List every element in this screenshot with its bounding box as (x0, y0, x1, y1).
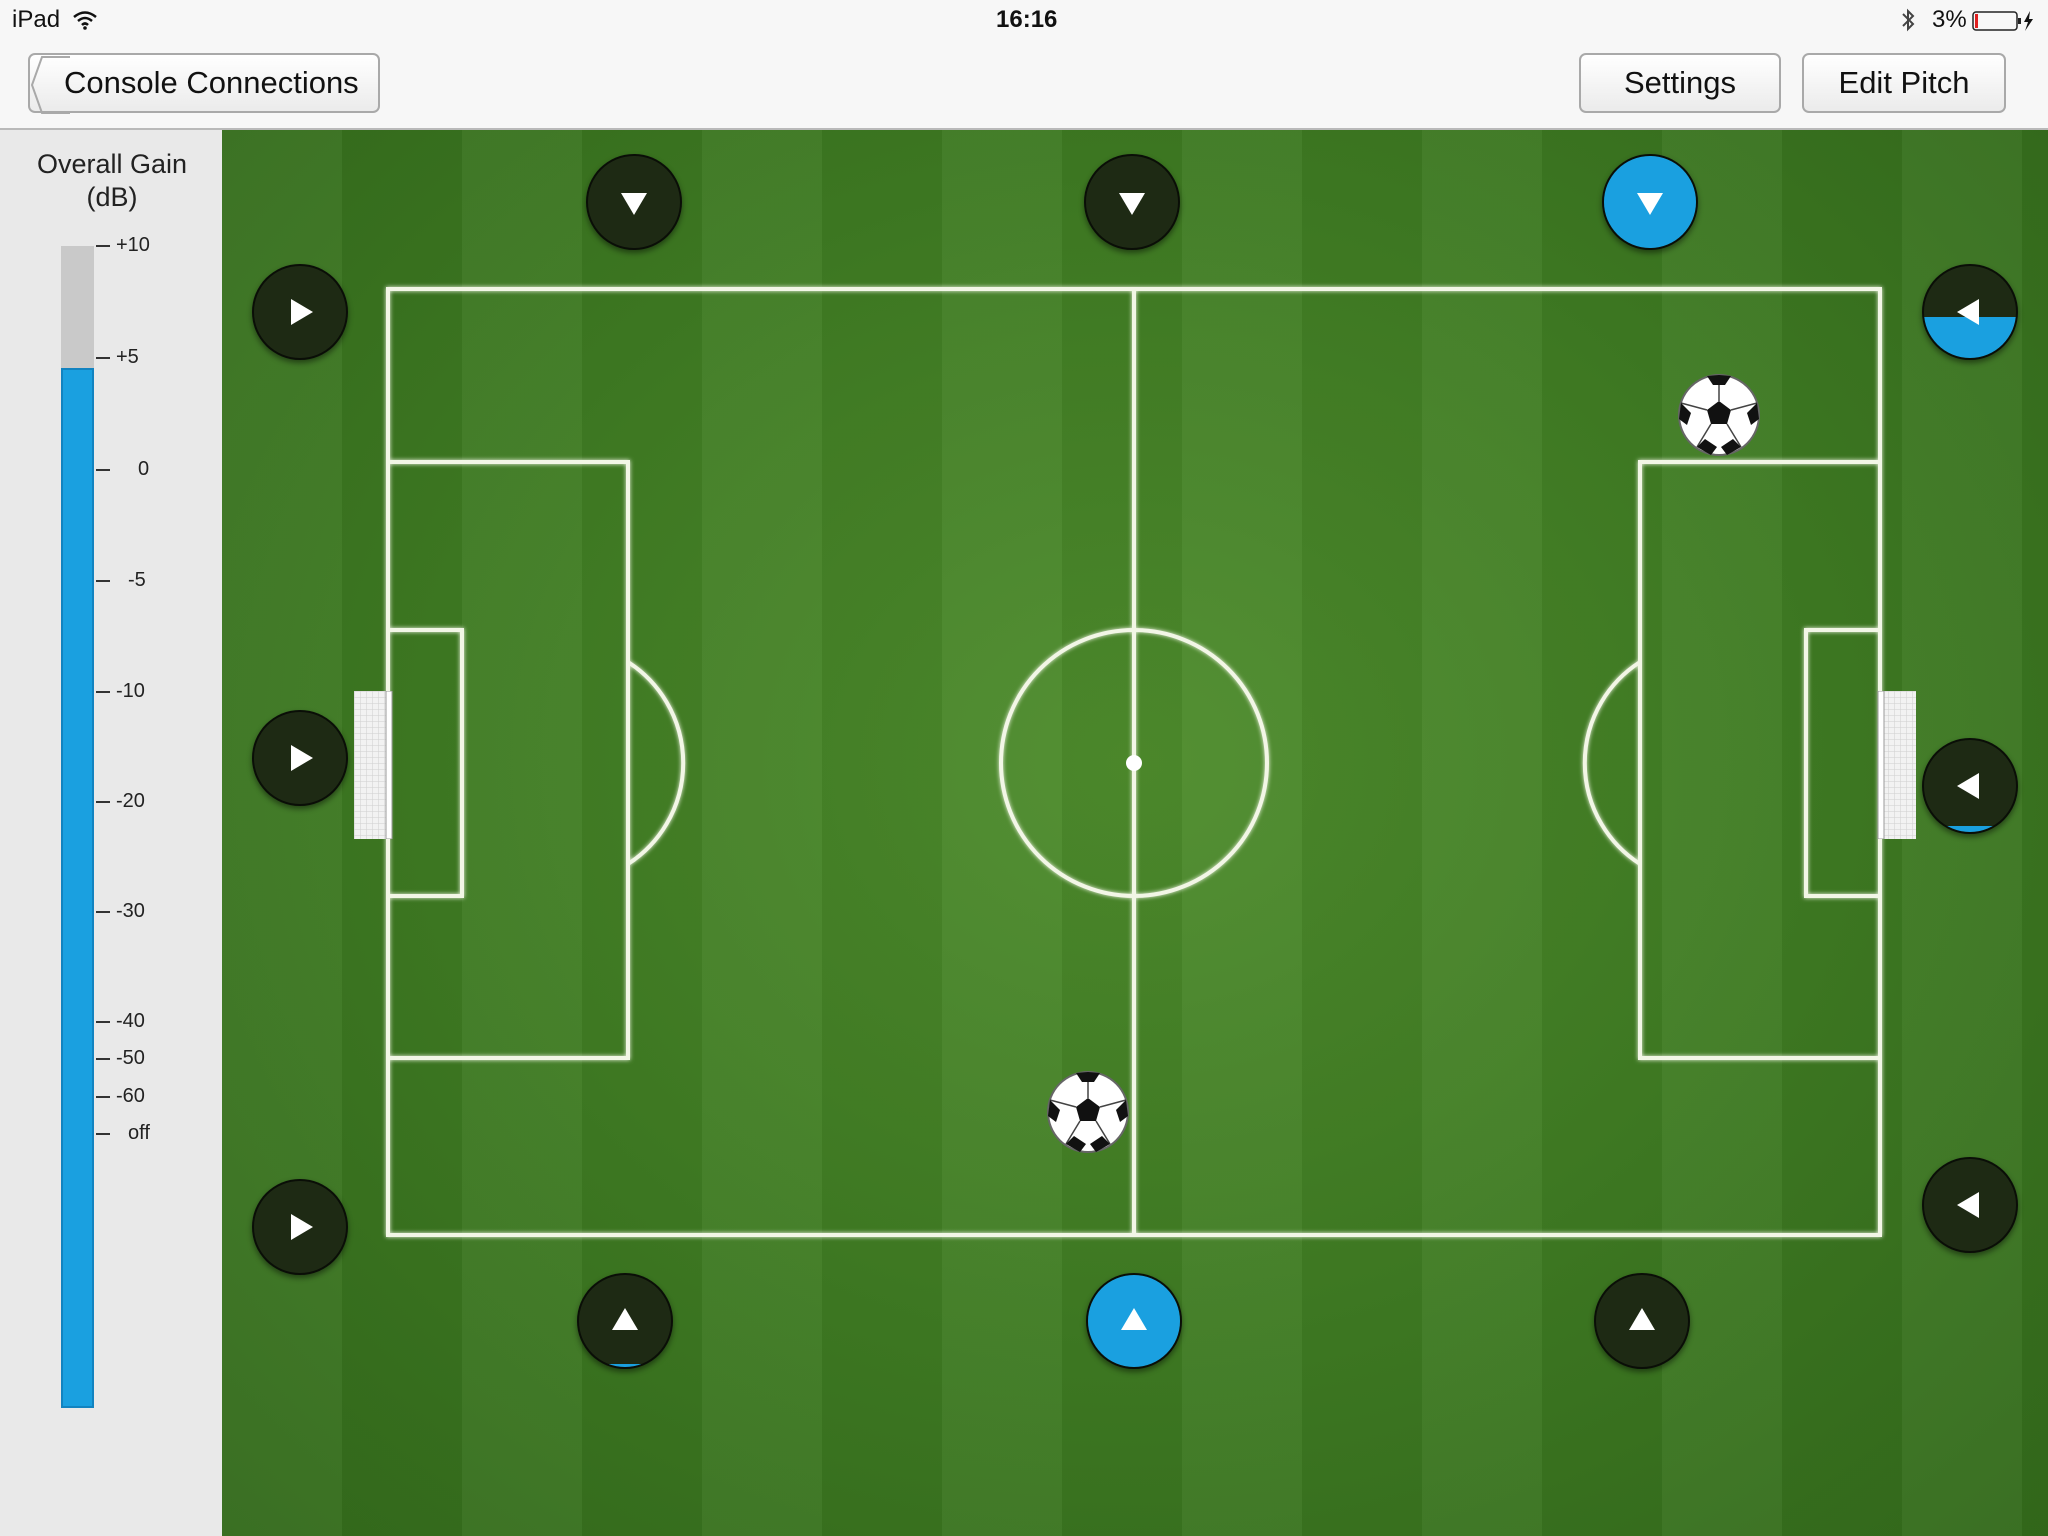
triangle-down-icon (1119, 193, 1145, 215)
speaker-right-middle[interactable] (1922, 738, 2018, 834)
speaker-level-fill (1924, 826, 2016, 832)
speaker-bottom-center[interactable] (1086, 1273, 1182, 1369)
triangle-up-icon (612, 1308, 638, 1330)
bluetooth-icon (1902, 8, 1915, 32)
gain-tick-mark (96, 1058, 110, 1060)
gain-tick-label: -30 (116, 900, 145, 922)
right-goal-net (1877, 691, 1916, 839)
pitch-area[interactable] (222, 130, 2048, 1536)
gain-tick-label: -5 (128, 569, 146, 591)
triangle-left-icon (1957, 1192, 1979, 1218)
battery-icon (1972, 11, 2033, 31)
battery-percentage: 3% (1932, 6, 1967, 33)
gain-tick-mark (96, 1021, 110, 1023)
speaker-bottom-right[interactable] (1594, 1273, 1690, 1369)
triangle-up-icon (1629, 1308, 1655, 1330)
gain-tick-label: -40 (116, 1010, 145, 1032)
triangle-left-icon (1957, 773, 1979, 799)
center-spot (1126, 755, 1142, 771)
gain-title-line-1: Overall Gain (36, 149, 188, 179)
gain-title: Overall Gain (dB) (0, 148, 224, 214)
gain-tick-mark (96, 1133, 110, 1135)
left-goal-box (386, 628, 464, 898)
gain-tick-label: -60 (116, 1085, 145, 1107)
gain-tick-label: off (128, 1122, 150, 1144)
triangle-down-icon (1637, 193, 1663, 215)
status-bar: iPad 16:16 3% (0, 0, 2048, 40)
gain-tick-label: -50 (116, 1047, 145, 1069)
left-penalty-arc (626, 660, 686, 866)
gain-panel: Overall Gain (dB) +10 +5 0 -5 -10 -20 -30 -40 -5… (0, 130, 224, 1536)
gain-tick-mark (96, 469, 110, 471)
speaker-right-top[interactable] (1922, 264, 2018, 360)
gain-tick-label: -20 (116, 790, 145, 812)
wifi-icon (73, 11, 97, 30)
back-button-label: Console Connections (64, 65, 359, 100)
gain-tick-mark (96, 357, 110, 359)
speaker-bottom-left[interactable] (577, 1273, 673, 1369)
gain-tick-label: -10 (116, 680, 145, 702)
clock: 16:16 (996, 6, 1058, 33)
speaker-left-bottom[interactable] (252, 1179, 348, 1275)
speaker-left-middle[interactable] (252, 710, 348, 806)
triangle-left-icon (1957, 299, 1979, 325)
gain-tick-label: +10 (116, 234, 150, 256)
navigation-bar: Console Connections Settings Edit Pitch (0, 40, 2048, 130)
gain-tick-mark (96, 245, 110, 247)
device-name: iPad (12, 6, 61, 33)
triangle-down-icon (621, 193, 647, 215)
triangle-up-icon (1121, 1308, 1147, 1330)
speaker-top-right[interactable] (1602, 154, 1698, 250)
triangle-right-icon (291, 745, 313, 771)
speaker-top-center[interactable] (1084, 154, 1180, 250)
right-penalty-arc (1582, 660, 1642, 866)
right-penalty-box (1638, 460, 1882, 1060)
left-goal-net (354, 691, 393, 839)
gain-tick-label: 0 (138, 458, 150, 480)
speaker-left-top[interactable] (252, 264, 348, 360)
speaker-right-bottom[interactable] (1922, 1157, 2018, 1253)
sound-source-ball-1[interactable] (1677, 373, 1761, 457)
right-goal-box (1804, 628, 1882, 898)
gain-tick-label: +5 (116, 346, 139, 368)
speaker-level-fill (579, 1364, 671, 1367)
gain-meter-fill[interactable] (61, 368, 94, 1408)
speaker-top-left[interactable] (586, 154, 682, 250)
edit-pitch-button[interactable]: Edit Pitch (1802, 53, 2006, 113)
gain-tick-mark (96, 911, 110, 913)
gain-title-line-2: (dB) (86, 182, 138, 212)
settings-button[interactable]: Settings (1579, 53, 1781, 113)
triangle-right-icon (291, 1214, 313, 1240)
gain-tick-mark (96, 1096, 110, 1098)
gain-tick-mark (96, 691, 110, 693)
console-connections-back-button[interactable]: Console Connections (28, 53, 380, 114)
gain-tick-mark (96, 801, 110, 803)
gain-tick-mark (96, 580, 110, 582)
sound-source-ball-2[interactable] (1046, 1070, 1130, 1154)
left-penalty-box (386, 460, 630, 1060)
triangle-right-icon (291, 299, 313, 325)
